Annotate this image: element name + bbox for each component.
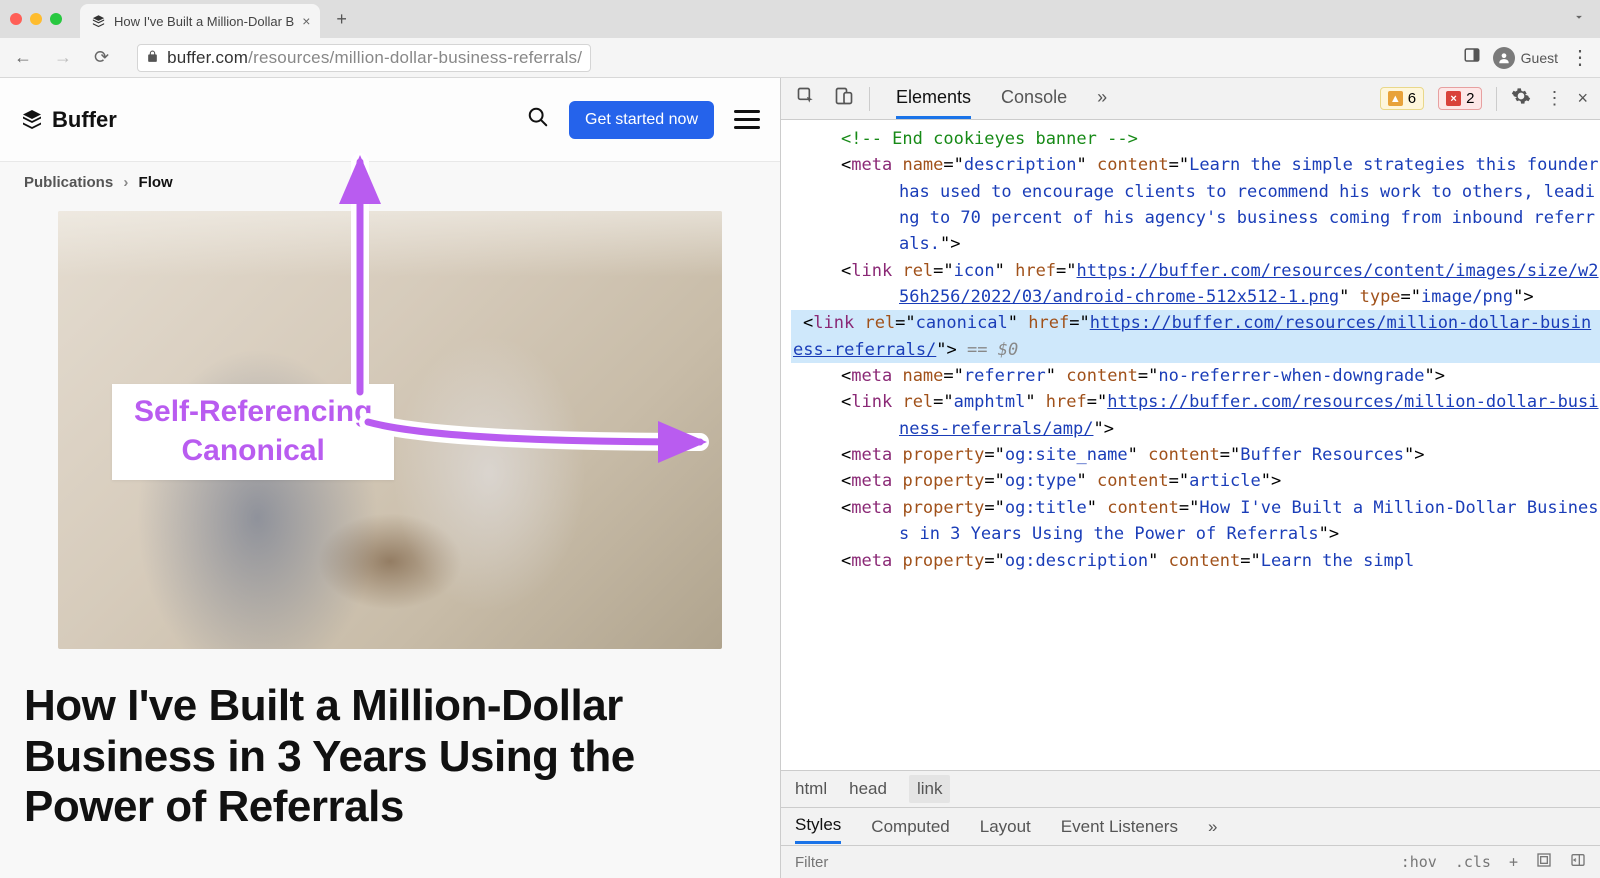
code-line-meta-referrer[interactable]: <meta name="referrer" content="no-referr…: [841, 363, 1600, 389]
profile-label: Guest: [1521, 50, 1558, 66]
page-viewport: Buffer Get started now Publications › Fl…: [0, 78, 780, 878]
computed-layout-icon[interactable]: [1536, 852, 1552, 872]
forward-button[interactable]: →: [50, 45, 76, 70]
devtools-tab-elements[interactable]: Elements: [896, 79, 971, 119]
cta-button[interactable]: Get started now: [569, 101, 714, 139]
devtools-panel: Elements Console » ▲ 6 × 2 ⋮ ×: [780, 78, 1600, 878]
back-button[interactable]: ←: [10, 45, 36, 70]
panel-icon[interactable]: [1463, 46, 1481, 69]
styles-filter-input[interactable]: [795, 854, 1383, 871]
styles-filter-row: :hov .cls +: [781, 846, 1600, 878]
dom-crumb-html[interactable]: html: [795, 779, 827, 799]
sidebar-toggle-icon[interactable]: [1570, 852, 1586, 872]
dom-breadcrumb: html head link: [781, 770, 1600, 808]
browser-chrome: How I've Built a Million-Dollar B × + ← …: [0, 0, 1600, 78]
code-line-canonical-selected[interactable]: <link rel="canonical" href="https://buff…: [791, 310, 1600, 363]
devtools-tab-console[interactable]: Console: [1001, 79, 1067, 119]
dom-crumb-link[interactable]: link: [909, 775, 951, 803]
minimize-window-button[interactable]: [30, 13, 42, 25]
new-tab-button[interactable]: +: [332, 5, 351, 34]
gear-icon[interactable]: [1511, 86, 1531, 111]
profile-badge[interactable]: Guest: [1493, 47, 1558, 69]
warning-icon: ▲: [1388, 91, 1403, 106]
toolbar-right: Guest ⋮: [1463, 45, 1590, 70]
styles-tab-computed[interactable]: Computed: [871, 811, 949, 843]
browser-toolbar: ← → ⟳ buffer.com/resources/million-dolla…: [0, 38, 1600, 78]
styles-tab-layout[interactable]: Layout: [980, 811, 1031, 843]
tab-title: How I've Built a Million-Dollar B: [114, 14, 294, 29]
tab-overflow-icon[interactable]: [1572, 10, 1600, 29]
code-line-og-sitename[interactable]: <meta property="og:site_name" content="B…: [841, 442, 1600, 468]
devtools-tab-more-icon[interactable]: »: [1097, 79, 1107, 119]
tab-bar: How I've Built a Million-Dollar B × +: [0, 0, 1600, 38]
lock-icon: [146, 50, 159, 66]
code-line-link-amphtml[interactable]: <link rel="amphtml" href="https://buffer…: [841, 389, 1600, 442]
code-line-meta-desc[interactable]: <meta name="description" content="Learn …: [841, 152, 1600, 257]
tab-favicon: [90, 13, 106, 29]
maximize-window-button[interactable]: [50, 13, 62, 25]
close-devtools-icon[interactable]: ×: [1577, 88, 1588, 109]
cls-toggle[interactable]: .cls: [1455, 853, 1491, 871]
code-line-og-desc[interactable]: <meta property="og:description" content=…: [841, 548, 1600, 574]
warnings-badge[interactable]: ▲ 6: [1380, 87, 1424, 110]
tab-close-icon[interactable]: ×: [302, 13, 310, 29]
hov-toggle[interactable]: :hov: [1401, 853, 1437, 871]
styles-tab-more-icon[interactable]: »: [1208, 811, 1217, 843]
chevron-right-icon: ›: [123, 174, 128, 191]
devtools-toolbar: Elements Console » ▲ 6 × 2 ⋮ ×: [781, 78, 1600, 120]
hamburger-menu-icon[interactable]: [734, 110, 760, 129]
address-bar[interactable]: buffer.com/resources/million-dollar-busi…: [127, 43, 1449, 73]
elements-tree[interactable]: <!-- End cookieyes banner --> <meta name…: [781, 120, 1600, 770]
window-controls: [10, 13, 62, 25]
avatar-icon: [1493, 47, 1515, 69]
reload-button[interactable]: ⟳: [90, 45, 113, 70]
error-icon: ×: [1446, 91, 1461, 106]
article-title: How I've Built a Million-Dollar Business…: [0, 663, 780, 833]
close-window-button[interactable]: [10, 13, 22, 25]
buffer-logo-icon: [20, 108, 44, 132]
styles-tab-bar: Styles Computed Layout Event Listeners »: [781, 808, 1600, 846]
inspect-element-icon[interactable]: [793, 83, 819, 114]
code-line-og-type[interactable]: <meta property="og:type" content="articl…: [841, 468, 1600, 494]
styles-tab-styles[interactable]: Styles: [795, 809, 841, 844]
url-text: buffer.com/resources/million-dollar-busi…: [167, 48, 582, 68]
annotation-label: Self-Referencing Canonical: [112, 384, 394, 480]
new-style-rule-icon[interactable]: +: [1509, 853, 1518, 871]
errors-badge[interactable]: × 2: [1438, 87, 1482, 110]
device-toggle-icon[interactable]: [831, 83, 857, 114]
site-logo-text: Buffer: [52, 107, 117, 133]
code-line-link-icon[interactable]: <link rel="icon" href="https://buffer.co…: [841, 258, 1600, 311]
breadcrumb: Publications › Flow: [0, 162, 780, 203]
browser-tab[interactable]: How I've Built a Million-Dollar B ×: [80, 4, 320, 38]
search-icon[interactable]: [527, 106, 549, 133]
code-comment: <!-- End cookieyes banner -->: [841, 129, 1138, 149]
code-line-og-title[interactable]: <meta property="og:title" content="How I…: [841, 495, 1600, 548]
styles-tab-events[interactable]: Event Listeners: [1061, 811, 1178, 843]
site-logo[interactable]: Buffer: [20, 107, 117, 133]
breadcrumb-current[interactable]: Flow: [139, 174, 173, 191]
devtools-tab-bar: Elements Console »: [896, 79, 1107, 119]
kebab-icon[interactable]: ⋮: [1545, 88, 1563, 109]
dom-crumb-head[interactable]: head: [849, 779, 887, 799]
kebab-menu-icon[interactable]: ⋮: [1570, 45, 1590, 70]
site-header: Buffer Get started now: [0, 78, 780, 162]
breadcrumb-root[interactable]: Publications: [24, 174, 113, 191]
